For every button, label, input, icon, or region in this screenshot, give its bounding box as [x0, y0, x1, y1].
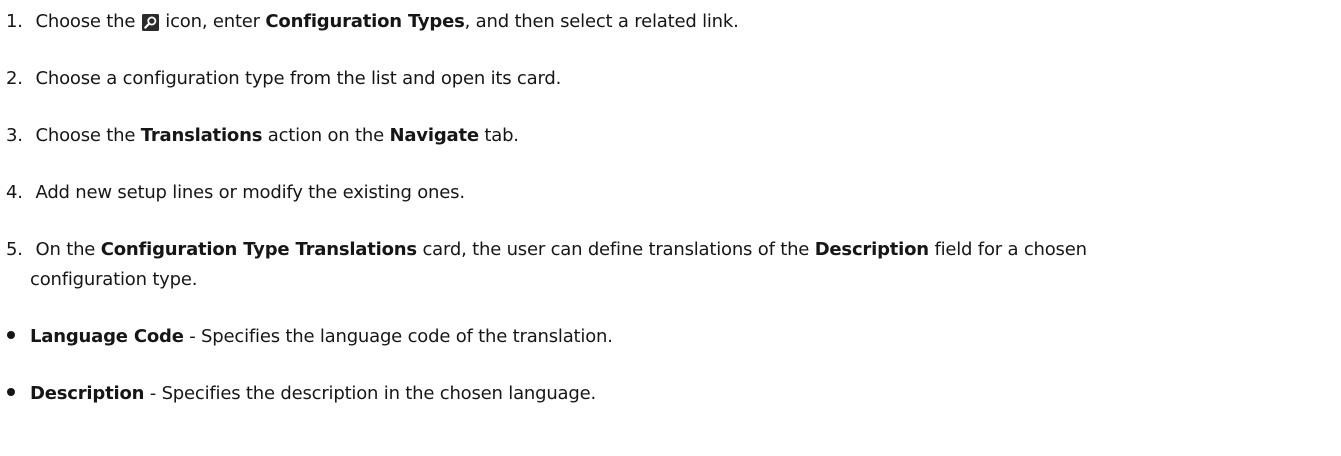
bullet-term: Language Code — [30, 326, 184, 347]
bullet-language-code: Language Code - Specifies the language c… — [0, 323, 613, 351]
bullet-term: Description — [30, 383, 145, 404]
term-description: Description — [814, 239, 929, 260]
step-number: 2. — [6, 68, 23, 89]
step-text: Choose a configuration type from the lis… — [35, 68, 562, 89]
step-number: 1. — [6, 11, 23, 32]
step-text: On the — [35, 239, 101, 260]
step-text: icon, enter — [159, 11, 266, 32]
instructions-document: 1. Choose the icon, enter Configuration … — [0, 0, 1341, 456]
step-text: tab. — [478, 125, 519, 146]
step-text: action on the — [262, 125, 390, 146]
step-text: card, the user can define translations o… — [416, 239, 815, 260]
step-1: 1. Choose the icon, enter Configuration … — [0, 8, 739, 36]
step-2: 2. Choose a configuration type from the … — [0, 65, 561, 93]
step-number: 5. — [6, 239, 23, 260]
search-icon — [141, 12, 159, 31]
step-4: 4. Add new setup lines or modify the exi… — [0, 179, 465, 207]
step-text: Choose the — [35, 11, 136, 32]
bullet-dot — [7, 388, 15, 396]
bullet-dot — [7, 331, 15, 339]
step-text: field for a chosen — [928, 239, 1087, 260]
bullet-description: Description - Specifies the description … — [0, 380, 596, 408]
step-text: Add new setup lines or modify the existi… — [35, 182, 466, 203]
step-text: configuration type. — [30, 269, 198, 290]
step-3: 3. Choose the Translations action on the… — [0, 122, 519, 150]
step-5: 5. On the Configuration Type Translation… — [0, 236, 1087, 264]
step-number: 3. — [6, 125, 23, 146]
bullet-text: - Specifies the description in the chose… — [144, 383, 596, 404]
term-navigate: Navigate — [389, 125, 480, 146]
term-configuration-types: Configuration Types — [265, 11, 465, 32]
bullet-text: - Specifies the language code of the tra… — [183, 326, 613, 347]
step-5-continuation: configuration type. — [0, 266, 197, 294]
step-number: 4. — [6, 182, 23, 203]
term-configuration-type-translations: Configuration Type Translations — [100, 239, 417, 260]
step-text: Choose the — [35, 125, 141, 146]
term-translations: Translations — [140, 125, 263, 146]
step-text: , and then select a related link. — [464, 11, 739, 32]
